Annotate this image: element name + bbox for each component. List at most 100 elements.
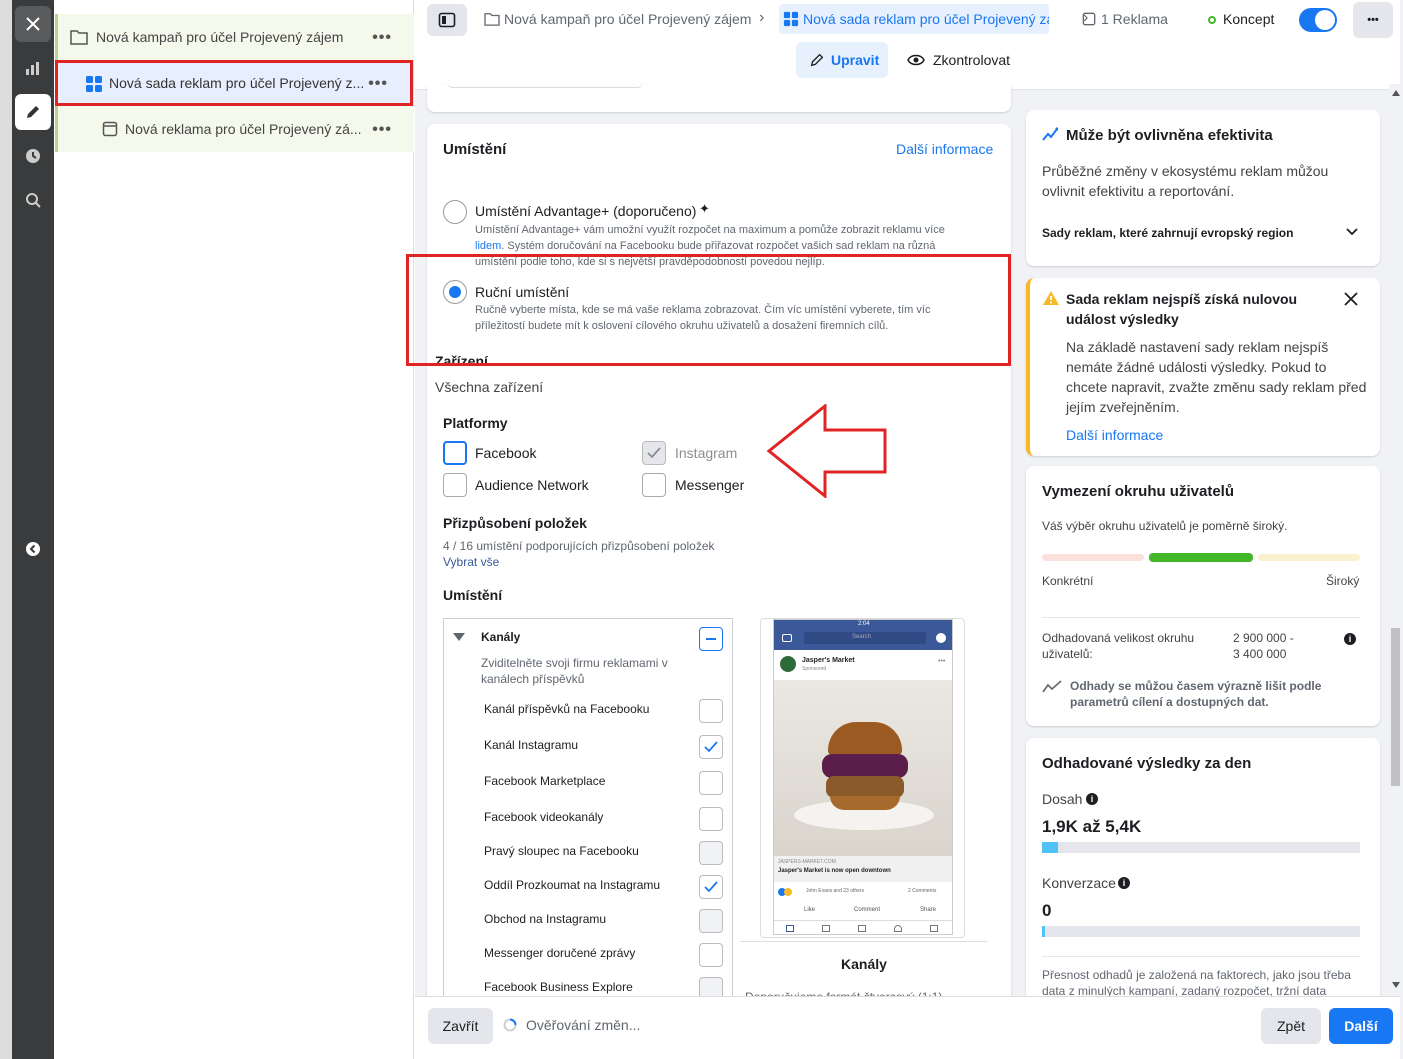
facebook-checkbox[interactable] bbox=[443, 441, 467, 465]
sidebar-icon bbox=[438, 12, 456, 28]
placement-item: Facebook Marketplace bbox=[484, 774, 606, 788]
warning-card: Sada reklam nejspíš získá nulovou událos… bbox=[1026, 278, 1380, 456]
info-icon[interactable]: i bbox=[1344, 633, 1356, 645]
post-more-icon: ••• bbox=[938, 658, 946, 665]
tree-item-label: Nová kampaň pro účel Projevený zájem bbox=[96, 29, 344, 45]
audience-network-checkbox[interactable] bbox=[443, 473, 467, 497]
tab-edit[interactable]: Upravit bbox=[796, 42, 888, 78]
tree-item-label: Nová sada reklam pro účel Projevený z... bbox=[109, 75, 365, 91]
tree-item-ad[interactable]: Nová reklama pro účel Projevený zá... ••… bbox=[55, 106, 414, 152]
messenger-checkbox[interactable] bbox=[642, 473, 666, 497]
placement-checkbox[interactable] bbox=[699, 807, 723, 831]
chart-button[interactable] bbox=[15, 50, 51, 86]
tree-item-adset[interactable]: Nová sada reklam pro účel Projevený z...… bbox=[55, 60, 413, 106]
group-checkbox[interactable] bbox=[699, 627, 723, 651]
people-link[interactable]: lidem bbox=[475, 240, 501, 252]
reach-value: 1,9K až 5,4K bbox=[1042, 817, 1142, 836]
conversations-label: Konverzace bbox=[1042, 875, 1116, 891]
impact-expand-label[interactable]: Sady reklam, které zahrnují evropský reg… bbox=[1042, 226, 1293, 240]
bun-bottom bbox=[830, 796, 900, 810]
info-icon[interactable]: i bbox=[1086, 793, 1098, 805]
fb-search-bar: Search bbox=[804, 632, 926, 644]
more-options-icon[interactable]: ••• bbox=[372, 121, 392, 139]
placement-item: Messenger doručené zprávy bbox=[484, 946, 636, 960]
status-toggle[interactable] bbox=[1299, 8, 1337, 32]
chevron-down-icon[interactable] bbox=[1346, 228, 1358, 236]
fb-bottom-nav bbox=[774, 920, 952, 934]
placement-checkbox[interactable] bbox=[699, 771, 723, 795]
edit-button[interactable] bbox=[15, 94, 51, 130]
info-icon[interactable]: i bbox=[1118, 877, 1130, 889]
advantage-radio[interactable] bbox=[443, 200, 467, 224]
more-options-button[interactable]: ••• bbox=[1353, 2, 1393, 38]
estimates-note-1: Přesnost odhadů je založená na faktorech… bbox=[1042, 968, 1351, 982]
preview-caption: Kanály bbox=[841, 956, 887, 972]
close-button[interactable]: Zavřít bbox=[428, 1008, 493, 1044]
tab-review[interactable]: Zkontrolovat bbox=[933, 52, 1010, 68]
devices-value[interactable]: Všechna zařízení bbox=[435, 379, 543, 395]
reaction-count: John Evans and 23 others bbox=[806, 888, 865, 894]
group-desc-2: kanálech příspěvků bbox=[481, 672, 585, 686]
tree-item-label: Nová reklama pro účel Projevený zá... bbox=[125, 121, 362, 137]
advantage-desc-1: Umístění Advantage+ vám umožní využít ro… bbox=[475, 224, 945, 236]
link-area: JASPERS-MARKET.COM Jasper's Market is no… bbox=[774, 856, 952, 882]
placement-item: Pravý sloupec na Facebooku bbox=[484, 844, 639, 858]
warning-text-3: chcete napravit, zvažte změnu sady rekla… bbox=[1066, 379, 1367, 395]
next-button[interactable]: Další bbox=[1329, 1008, 1393, 1044]
grid-icon bbox=[86, 76, 102, 92]
close-icon[interactable] bbox=[1344, 292, 1358, 306]
more-info-link[interactable]: Další informace bbox=[896, 141, 993, 157]
bun-top bbox=[828, 722, 902, 756]
placement-item: Kanál příspěvků na Facebooku bbox=[484, 702, 650, 716]
placement-item: Oddíl Prozkoumat na Instagramu bbox=[484, 878, 661, 892]
placement-checkbox[interactable] bbox=[699, 909, 723, 933]
placement-checkbox[interactable] bbox=[699, 943, 723, 967]
platform-label: Messenger bbox=[675, 477, 745, 493]
structure-tree: Nová kampaň pro účel Projevený zájem •••… bbox=[55, 0, 414, 1059]
caret-down-icon[interactable] bbox=[453, 633, 465, 641]
collapse-button[interactable] bbox=[15, 531, 51, 567]
select-all-link[interactable]: Vybrat vše bbox=[443, 555, 499, 569]
platform-label: Instagram bbox=[675, 445, 738, 461]
placement-checkbox[interactable] bbox=[699, 841, 723, 865]
trend-icon bbox=[1042, 127, 1058, 141]
placement-item: Facebook videokanály bbox=[484, 810, 604, 824]
audience-size-label-1: Odhadovaná velikost okruhu bbox=[1042, 631, 1195, 645]
scroll-down-icon[interactable] bbox=[1392, 982, 1400, 988]
more-options-icon[interactable]: ••• bbox=[368, 75, 388, 93]
back-button[interactable]: Zpět bbox=[1261, 1008, 1321, 1044]
conversations-bar-fill bbox=[1042, 926, 1045, 937]
page-name: Jasper's Market bbox=[802, 657, 855, 664]
history-button[interactable] bbox=[15, 138, 51, 174]
close-editor-button[interactable] bbox=[15, 6, 51, 42]
minus-icon bbox=[706, 638, 716, 640]
meter-segment-active bbox=[1149, 553, 1253, 562]
sparkle-icon: ✦ bbox=[699, 201, 710, 216]
cabbage-layer bbox=[822, 754, 908, 778]
placement-checkbox[interactable] bbox=[699, 875, 723, 899]
placement-item: Facebook Business Explore bbox=[484, 980, 633, 994]
warning-title-1: Sada reklam nejspíš získá nulovou bbox=[1066, 291, 1298, 307]
placement-checkbox[interactable] bbox=[699, 699, 723, 723]
impact-text-1: Průběžné změny v ekosystému reklam můžou bbox=[1042, 163, 1329, 179]
placement-checkbox[interactable] bbox=[699, 735, 723, 759]
check-icon bbox=[647, 447, 661, 459]
like-action: Like bbox=[804, 907, 816, 913]
footer-bar: Zavřít Ověřování změn... Zpět Další bbox=[415, 996, 1403, 1059]
window-edge bbox=[0, 0, 12, 1059]
breadcrumb-ad[interactable]: 1 Reklama bbox=[1101, 11, 1168, 27]
tree-item-campaign[interactable]: Nová kampaň pro účel Projevený zájem ••• bbox=[55, 14, 414, 60]
reach-label: Dosah bbox=[1042, 791, 1083, 807]
breadcrumb-separator: › bbox=[759, 9, 765, 26]
warning-link[interactable]: Další informace bbox=[1066, 427, 1163, 443]
breadcrumb-campaign[interactable]: Nová kampaň pro účel Projevený zájem bbox=[504, 11, 751, 27]
scroll-up-icon[interactable] bbox=[1392, 90, 1400, 96]
customization-title: Přizpůsobení položek bbox=[443, 515, 587, 531]
inspect-button[interactable] bbox=[15, 182, 51, 218]
toggle-panel-button[interactable] bbox=[427, 4, 467, 36]
audience-card: Vymezení okruhu uživatelů Váš výběr okru… bbox=[1026, 466, 1380, 726]
highlight-box bbox=[406, 254, 1011, 366]
breadcrumb-adset[interactable]: Nová sada reklam pro účel Projevený zá bbox=[779, 4, 1049, 34]
instagram-checkbox[interactable] bbox=[642, 441, 666, 465]
more-options-icon[interactable]: ••• bbox=[372, 29, 392, 47]
